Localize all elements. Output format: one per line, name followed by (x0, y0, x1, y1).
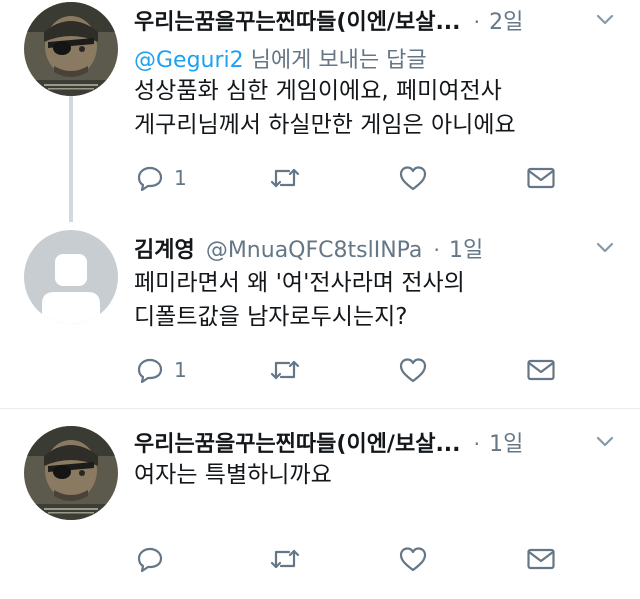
reply-context-label: 님에게 보내는 답글 (243, 48, 427, 73)
tweet-3[interactable]: 우리는꿈을꾸는찐따들(이엔/보살... · 1일 여자는 특별하니까요 (0, 412, 640, 599)
tweet-header: 김계영 @MnuaQFC8tslINPa · 1일 (134, 232, 620, 266)
tweet-header: 우리는꿈을꾸는찐따들(이엔/보살... · 2일 (134, 4, 620, 38)
like-button[interactable] (398, 163, 428, 193)
message-button[interactable] (526, 163, 556, 193)
tweet-text: 페미라면서 왜 '여'전사라며 전사의 디폴트값을 남자로두시는지? (134, 266, 465, 334)
display-name[interactable]: 우리는꿈을꾸는찐따들(이엔/보살... (134, 432, 461, 457)
tweet-text-line: 페미라면서 왜 '여'전사라며 전사의 (134, 270, 465, 296)
timestamp[interactable]: 2일 (489, 10, 523, 35)
reply-button[interactable] (136, 544, 174, 574)
reply-icon (137, 547, 163, 573)
like-button[interactable] (398, 355, 428, 385)
reply-button[interactable]: 1 (136, 355, 187, 385)
separator-dot: · (473, 10, 480, 34)
tweet-header: 우리는꿈을꾸는찐따들(이엔/보살... · 1일 (134, 426, 620, 460)
tweet-text-line: 디폴트값을 남자로두시는지? (134, 304, 408, 330)
reply-context: @Geguri2 님에게 보내는 답글 (134, 42, 427, 74)
snake-avatar-icon (24, 426, 118, 520)
tweet-text-line: 여자는 특별하니까요 (134, 462, 332, 488)
display-name[interactable]: 우리는꿈을꾸는찐따들(이엔/보살... (134, 10, 461, 35)
message-button[interactable] (526, 544, 556, 574)
chevron-down-icon[interactable] (594, 8, 616, 30)
tweet-text: 성상품화 심한 게임이에요, 페미여전사 게구리님께서 하실만한 게임은 아니에… (134, 74, 516, 142)
heart-icon (399, 166, 427, 191)
heart-icon (399, 358, 427, 383)
mention-link[interactable]: @Geguri2 (134, 48, 244, 73)
envelope-icon (527, 167, 555, 189)
reply-button[interactable]: 1 (136, 163, 187, 193)
tweet-actions: 1 (134, 163, 574, 193)
avatar[interactable] (24, 2, 118, 96)
heart-icon (399, 547, 427, 572)
snake-avatar-icon (24, 2, 118, 96)
chevron-down-icon[interactable] (594, 236, 616, 258)
avatar[interactable] (24, 426, 118, 520)
display-name[interactable]: 김계영 (134, 238, 195, 263)
envelope-icon (527, 359, 555, 381)
timestamp[interactable]: 1일 (489, 432, 523, 457)
avatar[interactable] (24, 230, 118, 324)
tweet-text: 여자는 특별하니까요 (134, 458, 332, 492)
tweet-2[interactable]: 김계영 @MnuaQFC8tslINPa · 1일 페미라면서 왜 '여'전사라… (0, 222, 640, 412)
reply-count: 1 (174, 358, 187, 382)
retweet-icon (270, 168, 300, 188)
tweet-text-line: 게구리님께서 하실만한 게임은 아니에요 (134, 112, 516, 138)
reply-icon (137, 166, 163, 192)
envelope-icon (527, 548, 555, 570)
chevron-down-icon[interactable] (594, 430, 616, 452)
like-button[interactable] (398, 544, 428, 574)
message-button[interactable] (526, 355, 556, 385)
retweet-icon (270, 360, 300, 380)
retweet-icon (270, 549, 300, 569)
reply-icon (137, 358, 163, 384)
tweet-actions (134, 544, 574, 574)
default-avatar-icon (24, 230, 118, 324)
reply-count: 1 (174, 166, 187, 190)
separator-dot: · (473, 432, 480, 456)
tweet-text-line: 성상품화 심한 게임이에요, 페미여전사 (134, 78, 502, 104)
tweet-actions: 1 (134, 355, 574, 385)
timestamp[interactable]: 1일 (449, 238, 483, 263)
retweet-button[interactable] (270, 355, 300, 385)
retweet-button[interactable] (270, 163, 300, 193)
user-handle[interactable]: @MnuaQFC8tslINPa (206, 238, 423, 263)
tweet-1[interactable]: 우리는꿈을꾸는찐따들(이엔/보살... · 2일 @Geguri2 님에게 보내… (0, 0, 640, 222)
separator-dot: · (433, 238, 440, 262)
thread-line (69, 96, 73, 222)
divider (0, 408, 640, 409)
retweet-button[interactable] (270, 544, 300, 574)
